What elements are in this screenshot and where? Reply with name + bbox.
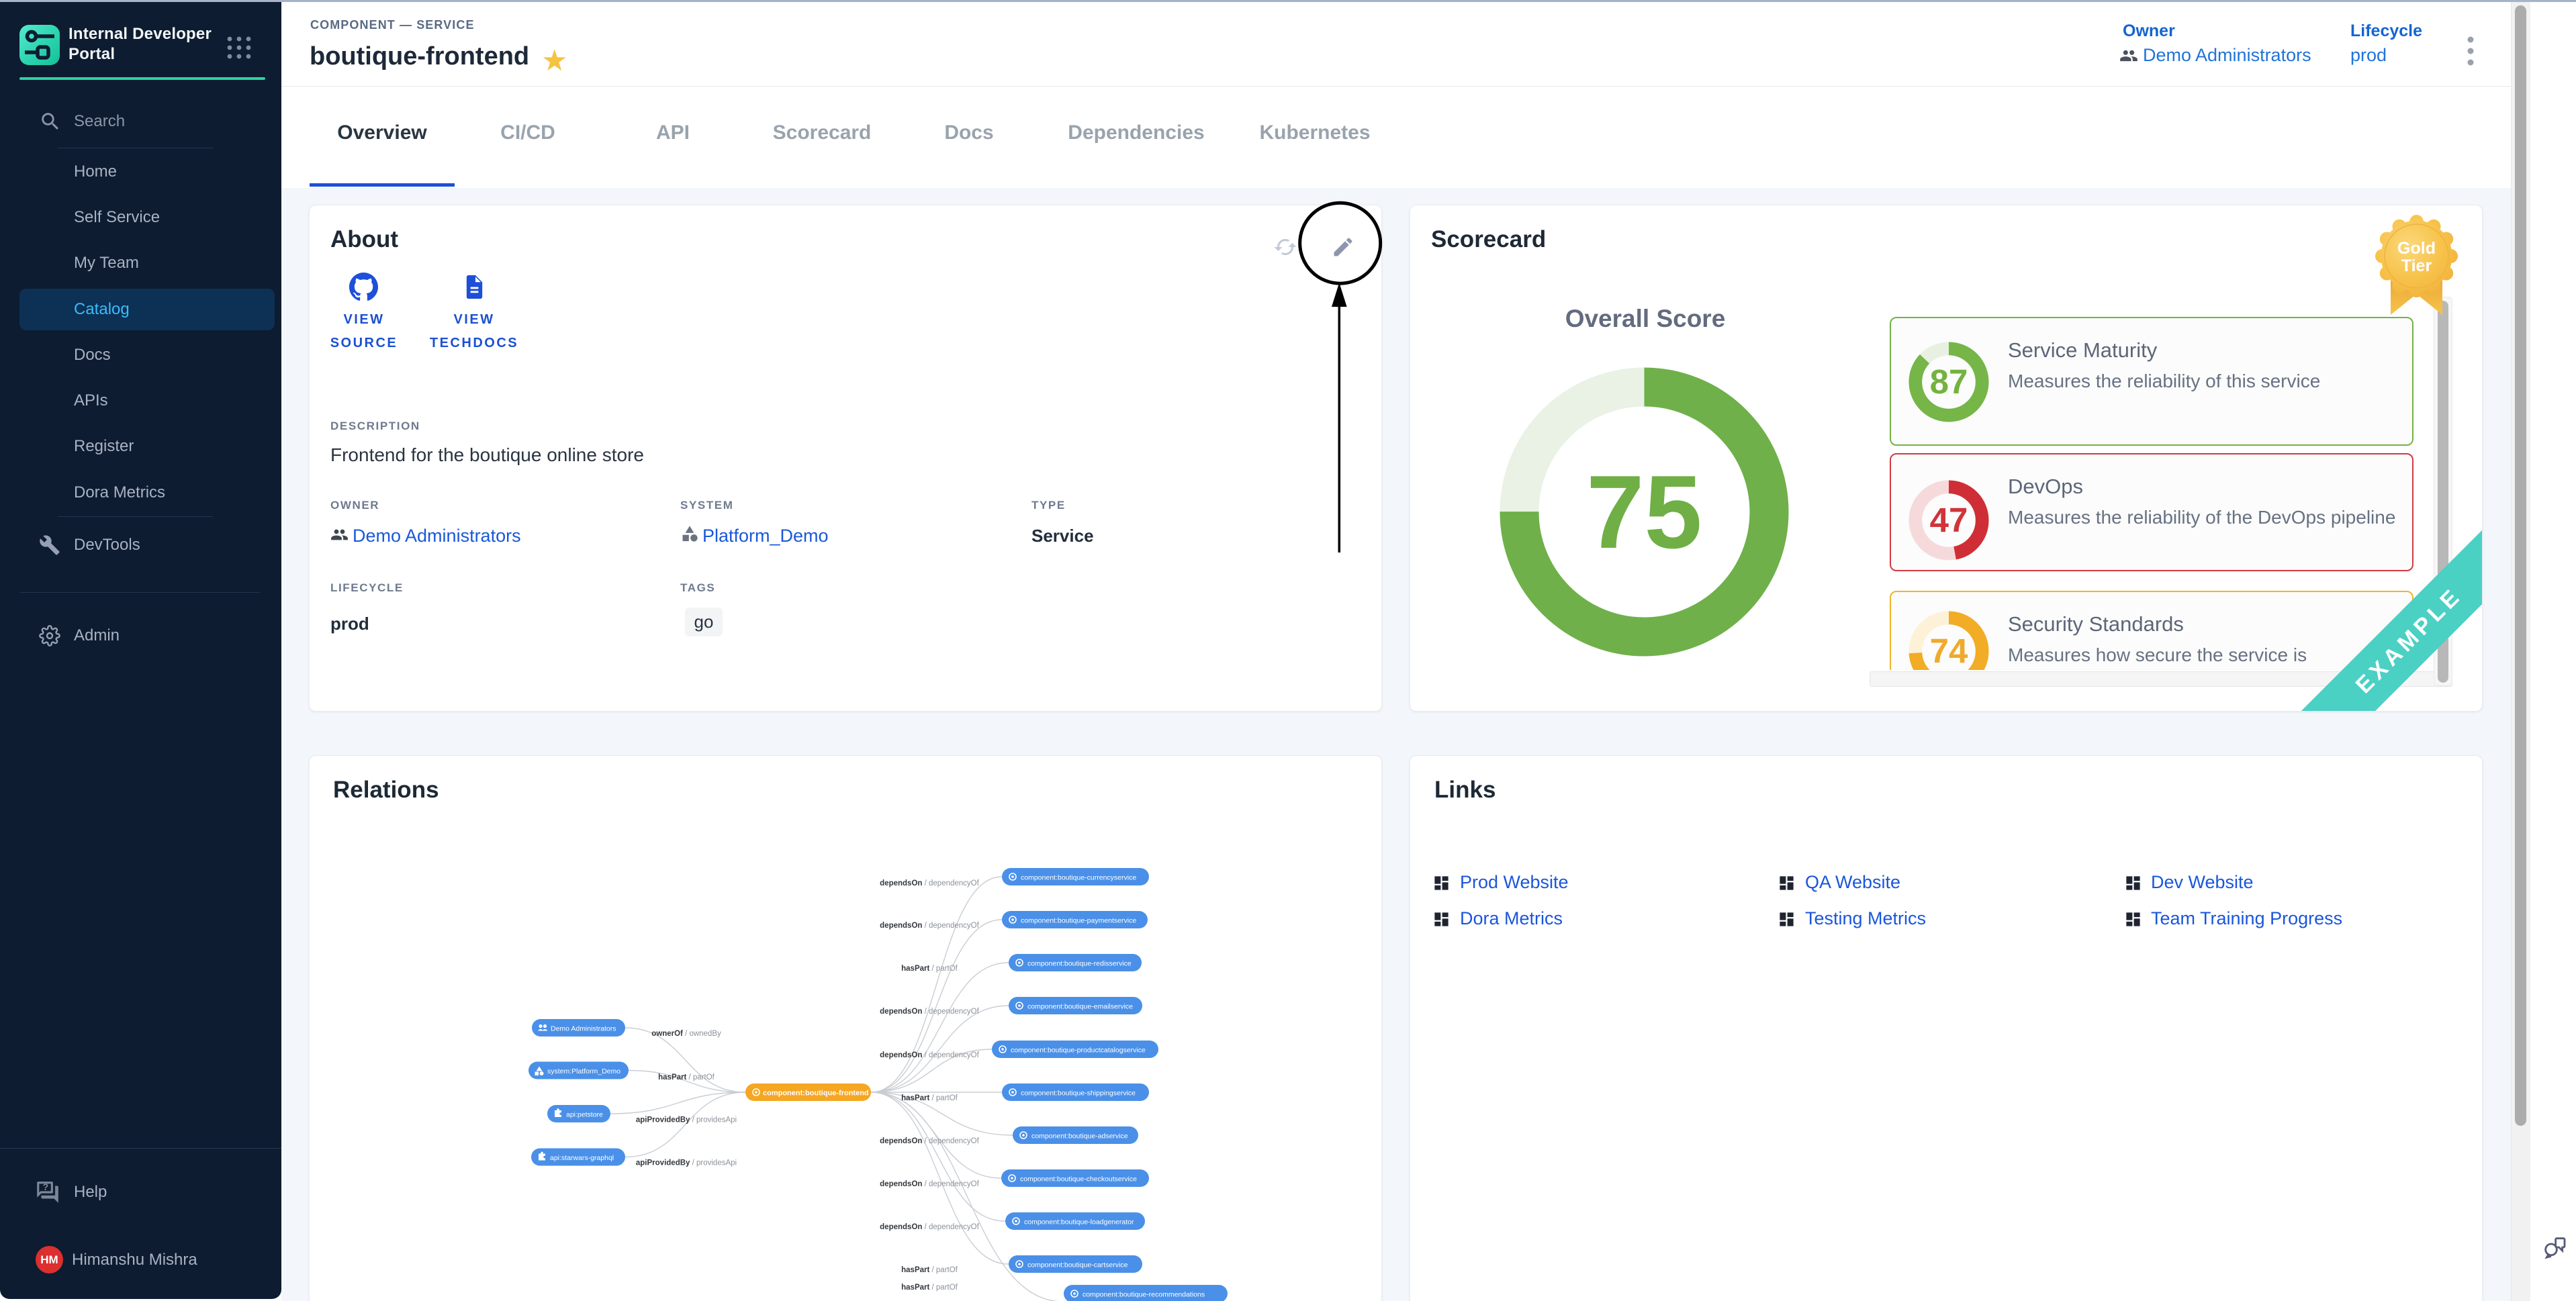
svg-text:component:boutique-shippingser: component:boutique-shippingservice — [1021, 1090, 1136, 1098]
svg-text:api:starwars-graphql: api:starwars-graphql — [550, 1154, 614, 1162]
svg-text:component:boutique-emailservic: component:boutique-emailservice — [1027, 1003, 1133, 1011]
svg-text:component:boutique-adservice: component:boutique-adservice — [1031, 1133, 1128, 1141]
svg-text:dependsOn / dependencyOf: dependsOn / dependencyOf — [880, 1223, 979, 1231]
svg-text:component:boutique-loadgenerat: component:boutique-loadgenerator — [1024, 1218, 1134, 1226]
svg-text:dependsOn / dependencyOf: dependsOn / dependencyOf — [880, 1137, 979, 1145]
svg-text:dependsOn / dependencyOf: dependsOn / dependencyOf — [880, 1180, 979, 1188]
svg-text:hasPart / partOf: hasPart / partOf — [901, 1266, 958, 1274]
svg-text:dependsOn / dependencyOf: dependsOn / dependencyOf — [880, 922, 979, 930]
svg-text:Gold: Gold — [2397, 239, 2436, 258]
svg-text:component:boutique-cartservice: component:boutique-cartservice — [1027, 1261, 1128, 1269]
svg-text:component:boutique-checkoutser: component:boutique-checkoutservice — [1020, 1175, 1137, 1184]
svg-text:component:boutique-recommendat: component:boutique-recommendations — [1083, 1291, 1205, 1299]
svg-text:dependsOn / dependencyOf: dependsOn / dependencyOf — [880, 879, 979, 887]
svg-text:Tier: Tier — [2401, 256, 2432, 275]
svg-text:component:boutique-currencyser: component:boutique-currencyservice — [1021, 874, 1136, 882]
svg-text:dependsOn / dependencyOf: dependsOn / dependencyOf — [880, 1051, 979, 1059]
svg-text:ownerOf / ownedBy: ownerOf / ownedBy — [651, 1030, 721, 1038]
svg-text:component:boutique-productcata: component:boutique-productcatalogservice — [1011, 1047, 1146, 1055]
svg-text:hasPart / partOf: hasPart / partOf — [901, 1094, 958, 1102]
svg-text:hasPart / partOf: hasPart / partOf — [901, 1284, 958, 1292]
svg-text:component:boutique-frontend: component:boutique-frontend — [763, 1090, 869, 1098]
svg-text:component:boutique-redisservic: component:boutique-redisservice — [1027, 960, 1132, 968]
svg-text:api:petstore: api:petstore — [566, 1111, 603, 1119]
svg-text:hasPart / partOf: hasPart / partOf — [658, 1073, 715, 1081]
svg-text:apiProvidedBy / providesApi: apiProvidedBy / providesApi — [636, 1159, 737, 1167]
svg-text:system:Platform_Demo: system:Platform_Demo — [547, 1067, 620, 1075]
svg-text:dependsOn / dependencyOf: dependsOn / dependencyOf — [880, 1008, 979, 1016]
svg-text:hasPart / partOf: hasPart / partOf — [901, 965, 958, 973]
svg-text:apiProvidedBy / providesApi: apiProvidedBy / providesApi — [636, 1116, 737, 1124]
svg-text:Demo Administrators: Demo Administrators — [551, 1025, 616, 1033]
svg-text:component:boutique-paymentserv: component:boutique-paymentservice — [1021, 917, 1136, 925]
